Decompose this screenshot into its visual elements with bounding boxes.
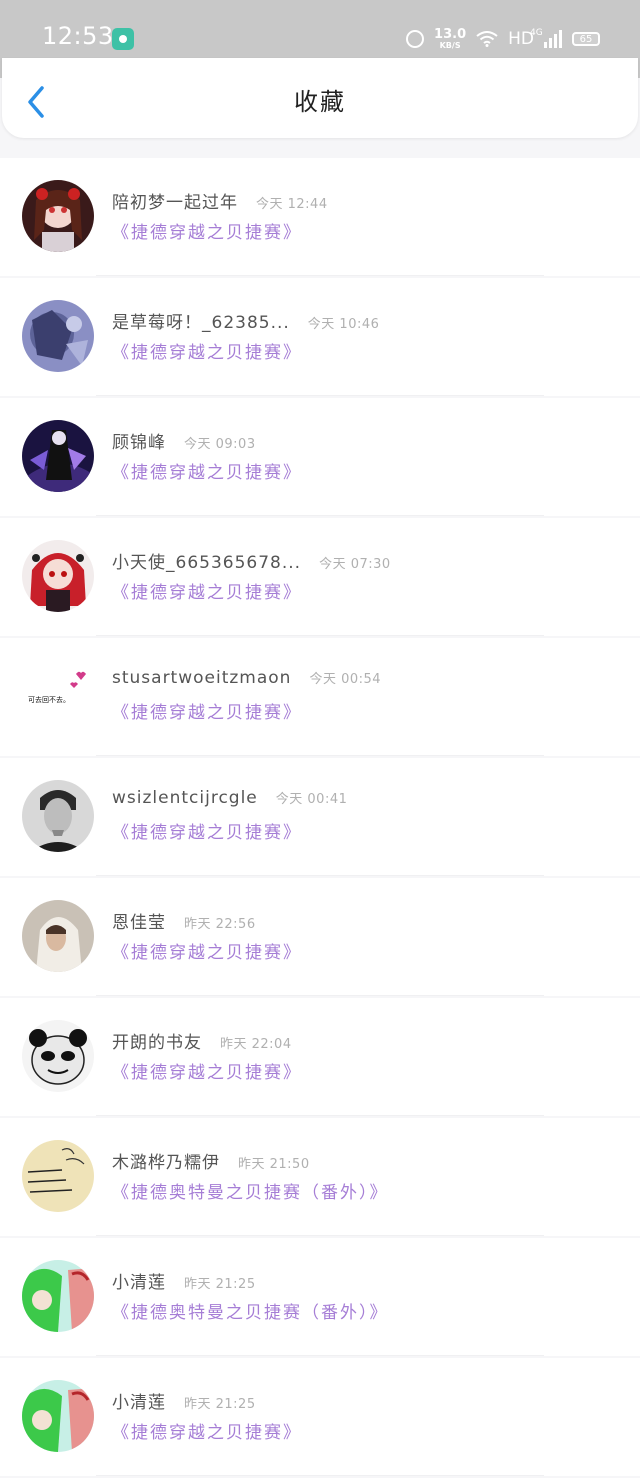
timestamp: 今天 09:03 — [184, 437, 256, 452]
user-name-text: stusartwoeitzmaon — [112, 668, 292, 688]
divider — [96, 875, 544, 876]
favorite-item[interactable]: 小清莲 昨天 21:25 《捷德穿越之贝捷赛》 — [0, 1358, 640, 1476]
divider — [96, 635, 544, 636]
signal-icon: 4G — [530, 28, 562, 48]
user-name: 顾锦峰 今天 09:03 — [112, 428, 256, 453]
user-name-text: 恩佳莹 — [112, 913, 166, 933]
user-name-text: 顾锦峰 — [112, 433, 166, 453]
novel-title[interactable]: 《捷德穿越之贝捷赛》 — [112, 698, 302, 723]
favorite-item[interactable]: 小天使_665365678... 今天 07:30 《捷德穿越之贝捷赛》 — [0, 518, 640, 636]
favorite-item[interactable]: 恩佳莹 昨天 22:56 《捷德穿越之贝捷赛》 — [0, 878, 640, 996]
user-avatar[interactable] — [22, 420, 94, 492]
user-avatar[interactable] — [22, 1140, 94, 1212]
wifi-icon — [476, 31, 498, 47]
user-avatar[interactable] — [22, 300, 94, 372]
status-time: 12:53 — [42, 22, 114, 50]
network-speed-value: 13.0 — [434, 27, 467, 42]
user-name-text: 小天使_665365678... — [112, 553, 302, 573]
user-avatar[interactable] — [22, 1020, 94, 1092]
user-avatar[interactable] — [22, 180, 94, 252]
user-name: 木潞桦乃糯伊 昨天 21:50 — [112, 1148, 310, 1173]
favorite-item[interactable]: 可去回不去。 stusartwoeitzmaon 今天 00:54 《捷德穿越之贝… — [0, 638, 640, 756]
user-name-text: 小清莲 — [112, 1393, 166, 1413]
app-notification-icon — [112, 28, 134, 50]
user-name: 小清莲 昨天 21:25 — [112, 1268, 256, 1293]
divider — [96, 1115, 544, 1116]
header-bar: 收藏 — [2, 58, 638, 138]
user-avatar[interactable] — [22, 900, 94, 972]
page-title: 收藏 — [294, 88, 346, 116]
timestamp: 今天 00:41 — [275, 792, 348, 807]
favorite-item[interactable]: 陪初梦一起过年 今天 12:44 《捷德穿越之贝捷赛》 — [0, 158, 640, 276]
user-name: 小天使_665365678... 今天 07:30 — [112, 548, 391, 573]
timestamp: 今天 07:30 — [319, 557, 391, 572]
timestamp: 今天 10:46 — [307, 317, 380, 332]
novel-title[interactable]: 《捷德穿越之贝捷赛》 — [112, 578, 302, 603]
novel-title[interactable]: 《捷德穿越之贝捷赛》 — [112, 338, 302, 363]
user-name: 开朗的书友 昨天 22:04 — [112, 1028, 292, 1053]
timestamp: 昨天 21:25 — [184, 1397, 256, 1412]
timestamp: 昨天 21:25 — [184, 1277, 256, 1292]
novel-title[interactable]: 《捷德穿越之贝捷赛》 — [112, 458, 302, 483]
timestamp: 昨天 22:04 — [220, 1037, 292, 1052]
favorite-item[interactable]: 小清莲 昨天 21:25 《捷德奥特曼之贝捷赛（番外）》 — [0, 1238, 640, 1356]
user-name: 小清莲 昨天 21:25 — [112, 1388, 256, 1413]
divider — [96, 1235, 544, 1236]
user-name: wsizlentcijrcgle 今天 00:41 — [112, 788, 347, 808]
divider — [96, 515, 544, 516]
avatar-text: 可去回不去。 — [28, 695, 70, 704]
user-avatar[interactable] — [22, 1380, 94, 1452]
timestamp: 今天 00:54 — [309, 672, 382, 687]
user-name: 恩佳莹 昨天 22:56 — [112, 908, 256, 933]
timestamp: 昨天 22:56 — [184, 917, 256, 932]
favorite-item[interactable]: 开朗的书友 昨天 22:04 《捷德穿越之贝捷赛》 — [0, 998, 640, 1116]
timestamp: 今天 12:44 — [256, 197, 328, 212]
network-speed-unit: KB/S — [439, 41, 461, 50]
favorite-item[interactable]: 木潞桦乃糯伊 昨天 21:50 《捷德奥特曼之贝捷赛（番外）》 — [0, 1118, 640, 1236]
battery-level: 65 — [579, 33, 593, 45]
divider — [96, 995, 544, 996]
favorite-item[interactable]: 顾锦峰 今天 09:03 《捷德穿越之贝捷赛》 — [0, 398, 640, 516]
user-name-text: 陪初梦一起过年 — [112, 193, 238, 213]
novel-title[interactable]: 《捷德穿越之贝捷赛》 — [112, 218, 302, 243]
network-speed: 13.0 KB/S — [434, 28, 466, 50]
user-name-text: 木潞桦乃糯伊 — [112, 1153, 220, 1173]
novel-title[interactable]: 《捷德穿越之贝捷赛》 — [112, 818, 302, 843]
timestamp: 昨天 21:50 — [238, 1157, 310, 1172]
alarm-icon — [406, 30, 425, 48]
user-avatar[interactable] — [22, 540, 94, 612]
user-name-text: 开朗的书友 — [112, 1033, 202, 1053]
user-name: 是草莓呀！_62385... 今天 10:46 — [112, 308, 379, 333]
favorite-item[interactable]: wsizlentcijrcgle 今天 00:41 《捷德穿越之贝捷赛》 — [0, 758, 640, 876]
divider — [96, 755, 544, 756]
novel-title[interactable]: 《捷德奥特曼之贝捷赛（番外）》 — [112, 1298, 389, 1323]
favorites-list: 陪初梦一起过年 今天 12:44 《捷德穿越之贝捷赛》 是草莓呀！_62385..… — [0, 158, 640, 1478]
favorite-item[interactable]: 是草莓呀！_62385... 今天 10:46 《捷德穿越之贝捷赛》 — [0, 278, 640, 396]
user-name: stusartwoeitzmaon 今天 00:54 — [112, 668, 381, 688]
status-indicators: 13.0 KB/S HD 4G 65 — [406, 24, 600, 54]
user-name-text: wsizlentcijrcgle — [112, 788, 258, 808]
user-avatar[interactable]: 可去回不去。 — [22, 660, 94, 732]
user-avatar[interactable] — [22, 1260, 94, 1332]
user-name-text: 小清莲 — [112, 1273, 166, 1293]
novel-title[interactable]: 《捷德奥特曼之贝捷赛（番外）》 — [112, 1178, 389, 1203]
divider — [96, 1355, 544, 1356]
novel-title[interactable]: 《捷德穿越之贝捷赛》 — [112, 1058, 302, 1083]
battery-icon: 65 — [572, 32, 600, 46]
signal-type-label: 4G — [530, 28, 543, 38]
user-name-text: 是草莓呀！_62385... — [112, 313, 290, 333]
divider — [96, 395, 544, 396]
divider — [96, 275, 544, 276]
user-name: 陪初梦一起过年 今天 12:44 — [112, 188, 328, 213]
user-avatar[interactable] — [22, 780, 94, 852]
divider — [96, 1475, 544, 1476]
novel-title[interactable]: 《捷德穿越之贝捷赛》 — [112, 938, 302, 963]
